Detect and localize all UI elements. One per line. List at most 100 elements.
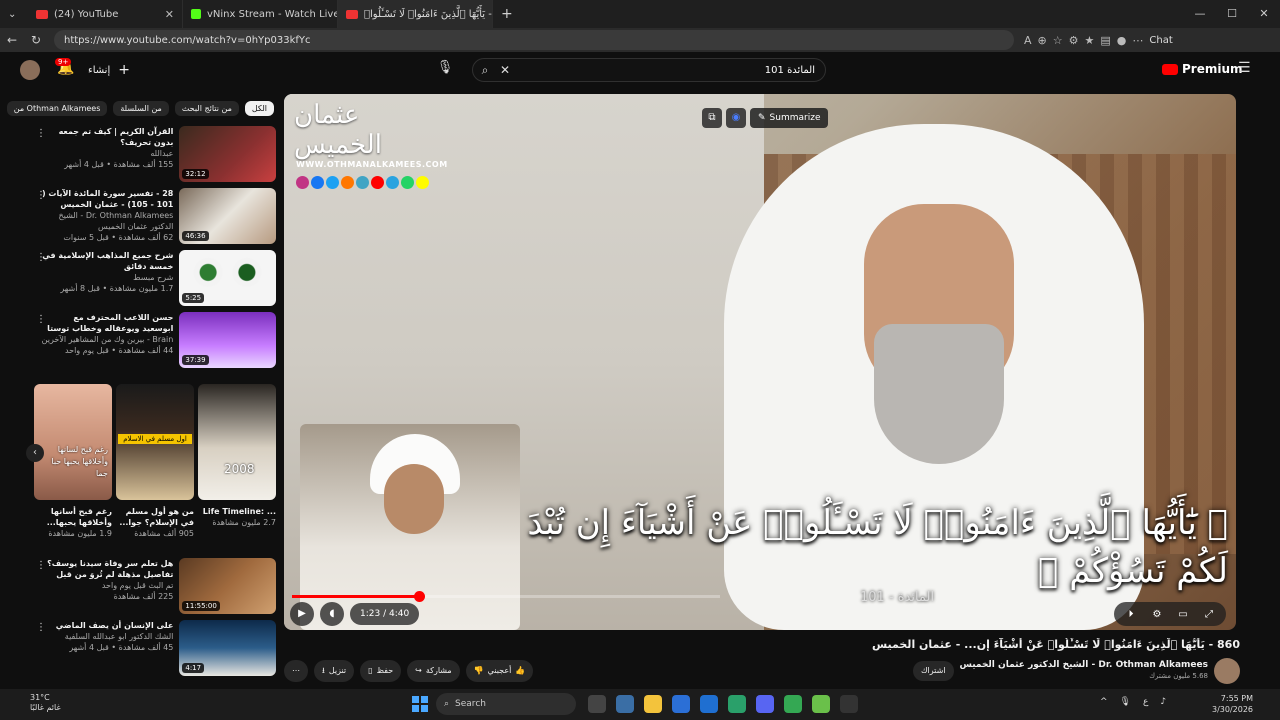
microphone-icon[interactable]: 🎙: [1120, 697, 1131, 707]
tab-label: (24) 860 - يَأَيُّهَا ٱلَّذِينَ ءَامَنُو…: [364, 8, 492, 20]
chevron-up-icon[interactable]: ^: [1100, 697, 1108, 707]
extension-icon[interactable]: ◉: [726, 108, 746, 128]
recommendation-title: حسن اللاعب المحترف مع ابوسعيد ويوعقاله و…: [47, 313, 174, 333]
favorite-star-icon[interactable]: ☆: [1053, 34, 1063, 47]
store-icon[interactable]: [672, 695, 690, 713]
mail-icon[interactable]: [700, 695, 718, 713]
recommendation-item[interactable]: ⋮ 28 - تفسير سورة المائدة الآيات ( 101 -…: [30, 188, 276, 246]
browser-tab-video[interactable]: (24) 860 - يَأَيُّهَا ٱلَّذِينَ ءَامَنُو…: [338, 0, 493, 28]
settings-gear-icon[interactable]: ⚙: [1146, 609, 1168, 620]
browser-tab-youtube[interactable]: (24) YouTube ✕: [28, 0, 183, 28]
recommendation-item[interactable]: ⋮ على الإنسان أن يصف الماضي الشك الدكتور…: [30, 620, 276, 678]
create-button[interactable]: إنشاء +: [88, 62, 130, 78]
dislike-icon[interactable]: 👎: [474, 660, 484, 682]
app-icon[interactable]: [840, 695, 858, 713]
recommendation-thumbnail[interactable]: 5:25: [179, 250, 276, 306]
maximize-icon[interactable]: ☐: [1216, 0, 1248, 28]
download-button[interactable]: ⭳ تنزيل: [314, 660, 355, 682]
recommendation-title: هل تعلم سر وفاة سيدنا يوسف؟ تفاصيل مذهلة…: [47, 559, 174, 579]
favorites-icon[interactable]: ★: [1085, 34, 1095, 47]
search-input[interactable]: ⌕ ✕ المائدة 101: [472, 58, 826, 82]
app-icon[interactable]: [812, 695, 830, 713]
autoplay-toggle-icon[interactable]: ⏵: [1120, 609, 1142, 620]
short-thumbnail[interactable]: اول مسلم في الاسلام: [116, 384, 194, 500]
play-icon[interactable]: ▶: [290, 602, 314, 626]
progress-bar[interactable]: [292, 591, 720, 602]
extensions-icon[interactable]: ⚙: [1069, 34, 1079, 47]
read-aloud-icon[interactable]: A: [1024, 34, 1032, 47]
volume-icon[interactable]: ♪: [1160, 697, 1166, 707]
more-options-icon[interactable]: ⋮: [36, 190, 46, 201]
chip-search-results[interactable]: من نتائج البحث: [174, 100, 239, 116]
account-avatar[interactable]: [20, 60, 40, 80]
discord-icon[interactable]: [756, 695, 774, 713]
miniplayer-icon[interactable]: ⧉: [702, 108, 722, 128]
profile-icon[interactable]: ●: [1117, 34, 1127, 47]
taskbar-clock[interactable]: 7:55 PM 3/30/2026: [1212, 693, 1253, 715]
more-options-icon[interactable]: ⋮: [36, 252, 46, 263]
copilot-chat-button[interactable]: Chat: [1149, 35, 1172, 46]
language-icon[interactable]: ع: [1143, 697, 1148, 707]
clear-search-icon[interactable]: ✕: [497, 63, 513, 77]
file-explorer-icon[interactable]: [644, 695, 662, 713]
chip-series[interactable]: من السلسلة: [113, 100, 169, 116]
short-thumbnail[interactable]: 2008: [198, 384, 276, 500]
chip-channel[interactable]: Othman Alkamees من: [6, 100, 108, 116]
address-bar[interactable]: https://www.youtube.com/watch?v=0hYp033k…: [54, 30, 1014, 50]
video-player[interactable]: عثمان الخميس WWW.OTHMANALKAMEES.COM ⧉ ◉ …: [284, 94, 1236, 630]
more-options-icon[interactable]: ⋮: [36, 622, 46, 633]
tab-dropdown[interactable]: ⌄: [0, 0, 28, 28]
recommendation-item[interactable]: ⋮ هل تعلم سر وفاة سيدنا يوسف؟ تفاصيل مذه…: [30, 558, 276, 616]
theater-mode-icon[interactable]: ▭: [1172, 609, 1194, 620]
collections-icon[interactable]: ▤: [1100, 34, 1110, 47]
more-options-icon[interactable]: ⋮: [36, 314, 46, 325]
more-options-icon[interactable]: ⋮: [36, 128, 46, 139]
recommendation-thumbnail[interactable]: 46:36: [179, 188, 276, 244]
edge-icon[interactable]: [728, 695, 746, 713]
close-window-icon[interactable]: ✕: [1248, 0, 1280, 28]
recommendation-thumbnail[interactable]: 32:12: [179, 126, 276, 182]
summarize-button[interactable]: ✎ Summarize: [750, 108, 829, 128]
volume-icon[interactable]: ◖: [320, 602, 344, 626]
chip-all[interactable]: الكل: [244, 100, 274, 116]
hamburger-menu-icon[interactable]: ☰: [1238, 60, 1251, 76]
channel-name[interactable]: Dr. Othman Alkamees - الشيخ الدكتور عثما…: [960, 660, 1208, 671]
subscribe-button[interactable]: اشتراك: [912, 661, 954, 681]
weather-widget[interactable]: 31°C غائم غالبًا: [30, 693, 61, 713]
more-actions-button[interactable]: ⋯: [284, 660, 308, 682]
like-icon[interactable]: 👍: [515, 660, 525, 682]
new-tab-button[interactable]: +: [493, 0, 521, 28]
widgets-icon[interactable]: [616, 695, 634, 713]
save-button[interactable]: ▯ حفظ: [360, 660, 402, 682]
windows-start-icon[interactable]: [412, 696, 428, 712]
recommendation-thumbnail[interactable]: 11:55:00: [179, 558, 276, 614]
recommendation-item[interactable]: ⋮ حسن اللاعب المحترف مع ابوسعيد ويوعقاله…: [30, 312, 276, 370]
recommendation-thumbnail[interactable]: 37:39: [179, 312, 276, 368]
refresh-icon[interactable]: ↻: [24, 33, 48, 47]
voice-search-icon[interactable]: 🎙: [436, 60, 454, 78]
close-tab-icon[interactable]: ✕: [165, 8, 174, 21]
youtube-premium-logo[interactable]: Premium: [1162, 62, 1243, 76]
shorts-prev-icon[interactable]: ‹: [26, 444, 44, 462]
chrome-icon[interactable]: [784, 695, 802, 713]
task-view-icon[interactable]: [588, 695, 606, 713]
channel-avatar[interactable]: [1214, 658, 1240, 684]
browser-tab-kick[interactable]: vNinx Stream - Watch Live on Kick ✕: [183, 0, 338, 28]
share-button[interactable]: ↪ مشاركة: [407, 660, 460, 682]
search-icon[interactable]: ⌕: [473, 63, 497, 78]
short-thumbnail[interactable]: رغم قبح لسانها وأخلاقها يحبها حبا جما: [34, 384, 112, 500]
zoom-icon[interactable]: ⊕: [1038, 34, 1047, 47]
recommendation-thumbnail[interactable]: 4:17: [179, 620, 276, 676]
more-options-icon[interactable]: ⋮: [36, 560, 46, 571]
like-dislike-button[interactable]: 👎 أعجبني 👍: [465, 660, 534, 682]
recommendation-item[interactable]: ⋮ شرح جميع المذاهب الإسلامية في خمسة دقا…: [30, 250, 276, 308]
more-menu-icon[interactable]: ⋯: [1132, 34, 1143, 47]
recommendation-channel: عبدالله: [150, 149, 174, 158]
progress-knob[interactable]: [413, 591, 425, 602]
minimize-icon[interactable]: —: [1184, 0, 1216, 28]
back-icon[interactable]: ←: [0, 33, 24, 47]
weather-text: غائم غالبًا: [30, 703, 61, 712]
recommendation-item[interactable]: ⋮ القرآن الكريم | كيف تم جمعه بدون تحريف…: [30, 126, 276, 184]
fullscreen-icon[interactable]: ⤢: [1198, 609, 1220, 620]
taskbar-search[interactable]: ⌕ Search: [436, 693, 576, 715]
